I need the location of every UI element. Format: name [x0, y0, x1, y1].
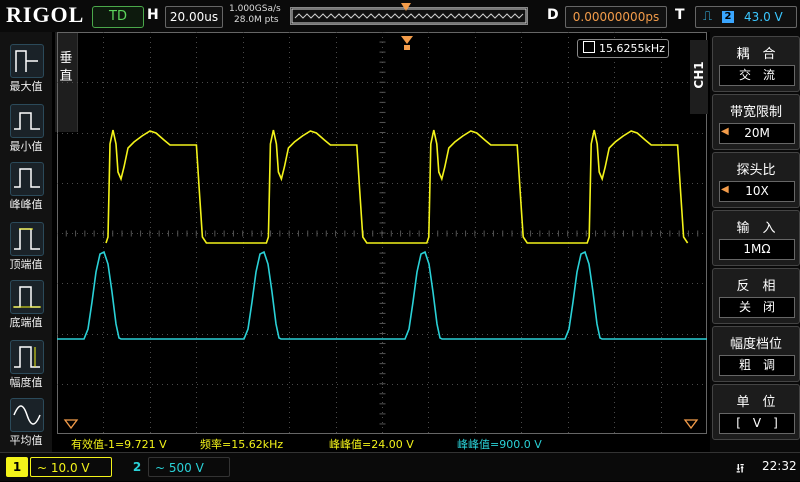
measurement-readouts: 有效值-1=9.721 V 频率=15.62kHz 峰峰值=24.00 V 峰峰… — [57, 435, 707, 451]
menu-bandwidth-limit[interactable]: 带宽限制 20M ◀ — [712, 94, 800, 150]
ch1-waveform — [105, 129, 689, 244]
horizontal-label: H — [147, 7, 159, 23]
channel-menu: 耦 合 交 流 带宽限制 20M ◀ 探头比 10X ◀ 输 入 1MΩ 反 相… — [710, 32, 800, 452]
trigger-settings[interactable]: ⎍ 2 43.0 V — [695, 6, 797, 28]
trigger-level: 43.0 V — [744, 10, 783, 24]
measure-panel: 最大值 最小值 峰峰值 顶端值 底端值 幅度值 平均值 — [0, 32, 52, 452]
measure-item-amplitude[interactable]: 幅度值 — [2, 334, 50, 390]
channel-tag: CH1 — [690, 40, 708, 114]
top-status-bar: RIGOL TD H 20.00us 1.000GSa/s 28.0M pts … — [0, 0, 800, 32]
ch1-ground-marker-icon — [63, 419, 79, 430]
measure-item-base[interactable]: 底端值 — [2, 274, 50, 330]
rising-edge-icon: ⎍ — [703, 9, 713, 24]
rigol-logo: RIGOL — [6, 2, 85, 27]
measurement-vpp-ch2[interactable]: 峰峰值=900.0 V — [457, 436, 542, 452]
ch2-badge[interactable]: 2 — [130, 457, 144, 477]
memory-depth: 28.0M pts — [234, 15, 279, 25]
sample-rate: 1.000GSa/s — [229, 4, 281, 14]
menu-probe-ratio[interactable]: 探头比 10X ◀ — [712, 152, 800, 208]
top-value-icon — [10, 222, 44, 256]
peak-peak-icon — [10, 162, 44, 196]
timebase-value[interactable]: 20.00us — [165, 6, 223, 28]
measure-item-top[interactable]: 顶端值 — [2, 216, 50, 272]
graticule — [57, 32, 707, 434]
ch1-badge[interactable]: 1 — [6, 457, 28, 477]
measure-item-min[interactable]: 最小值 — [2, 98, 50, 154]
delay-label: D — [547, 7, 559, 23]
frequency-counter: 15.6255kHz — [577, 39, 669, 58]
min-value-icon — [10, 104, 44, 138]
delay-value[interactable]: 0.00000000ps — [565, 6, 667, 28]
trigger-position-marker-icon — [401, 36, 413, 50]
menu-volts-div-mode[interactable]: 幅度档位 粗 调 — [712, 326, 800, 382]
usb-icon: ⭿ — [736, 462, 745, 477]
measurement-vpp-ch1[interactable]: 峰峰值=24.00 V — [329, 436, 414, 452]
ch2-waveform — [57, 250, 707, 340]
max-value-icon — [10, 44, 44, 78]
menu-coupling[interactable]: 耦 合 交 流 — [712, 36, 800, 92]
measure-item-pk-pk[interactable]: 峰峰值 — [2, 156, 50, 212]
base-value-icon — [10, 280, 44, 314]
trigger-label: T — [675, 7, 685, 23]
measure-item-average[interactable]: 平均值 — [2, 392, 50, 448]
menu-input-impedance[interactable]: 输 入 1MΩ — [712, 210, 800, 266]
adjust-arrow-icon: ◀ — [721, 184, 729, 195]
trigger-source-badge: 2 — [722, 11, 734, 23]
bottom-status-bar: 1 ~ 10.0 V 2 ~ 500 V ⭿ 22:32 — [0, 452, 800, 481]
amplitude-icon — [10, 340, 44, 374]
average-icon — [10, 398, 44, 432]
adjust-arrow-icon: ◀ — [721, 126, 729, 137]
measure-item-max[interactable]: 最大值 — [2, 38, 50, 94]
clock: 22:32 — [762, 459, 797, 473]
measurement-frequency[interactable]: 频率=15.62kHz — [200, 436, 283, 452]
menu-invert[interactable]: 反 相 关 闭 — [712, 268, 800, 324]
ch2-scale[interactable]: ~ 500 V — [148, 457, 230, 477]
memory-trigger-marker-icon — [401, 3, 411, 11]
waveform-display[interactable] — [57, 32, 707, 434]
menu-unit[interactable]: 单 位 [ V ] — [712, 384, 800, 440]
counter-icon — [583, 41, 595, 53]
measurement-rms[interactable]: 有效值-1=9.721 V — [71, 436, 167, 452]
run-status-badge[interactable]: TD — [92, 6, 144, 28]
ch2-ground-marker-icon — [683, 419, 699, 430]
ch1-scale[interactable]: ~ 10.0 V — [30, 457, 112, 477]
